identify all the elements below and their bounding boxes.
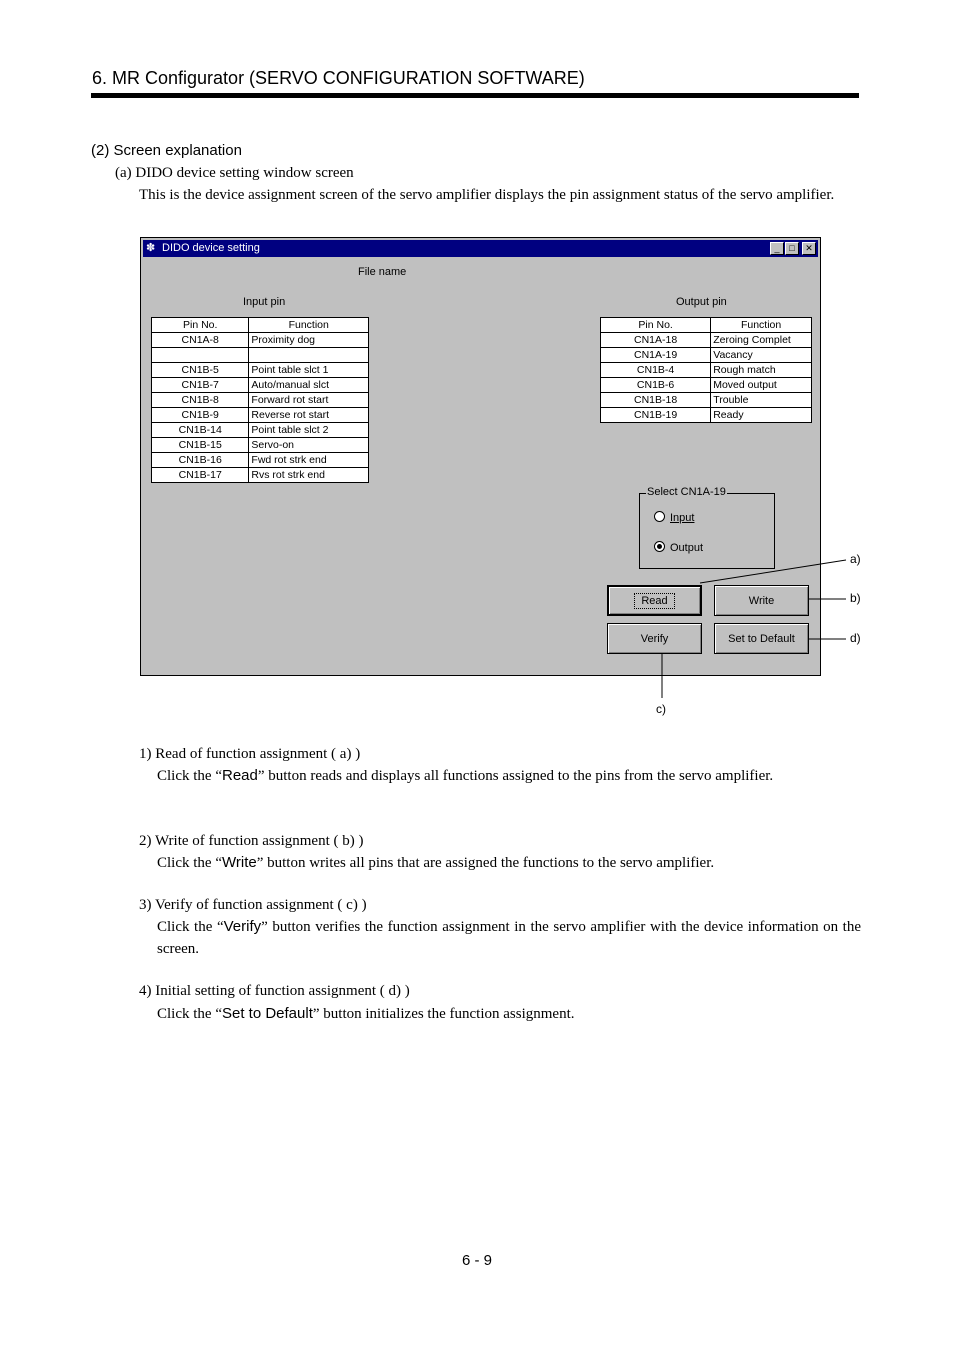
annotation-b: b) [850, 591, 861, 605]
item-2-text: Click the “Write” button writes all pins… [157, 852, 861, 874]
item-4-title: 4) Initial setting of function assignmen… [139, 983, 410, 999]
item-3-post: ” button verifies the function assignmen… [157, 919, 862, 957]
annotation-a: a) [850, 552, 861, 566]
item-2-pre: Click the “ [157, 855, 222, 871]
item-1-title: 1) Read of function assignment ( a) ) [139, 746, 361, 762]
item-4-pre: Click the “ [157, 1006, 222, 1022]
item-1-post: ” button reads and displays all function… [257, 768, 774, 784]
item-4-text: Click the “Set to Default” button initia… [157, 1003, 861, 1025]
annotation-c: c) [656, 702, 666, 716]
item-4-btn: Set to Default [221, 1005, 313, 1022]
item-3-pre: Click the “ [157, 919, 224, 935]
item-2-post: ” button writes all pins that are assign… [256, 855, 715, 871]
page-number: 6 - 9 [461, 1252, 492, 1269]
item-1-btn: Read [221, 767, 258, 784]
item-3-btn: Verify [223, 918, 262, 935]
item-1-text: Click the “Read” button reads and displa… [157, 765, 861, 787]
item-2-title: 2) Write of function assignment ( b) ) [139, 833, 364, 849]
item-3-title: 3) Verify of function assignment ( c) ) [139, 897, 367, 913]
leader-line-a [699, 559, 847, 584]
item-2-btn: Write [221, 854, 257, 871]
item-1-pre: Click the “ [157, 768, 222, 784]
annotation-d: d) [850, 631, 861, 645]
item-3-text: Click the “Verify” button verifies the f… [157, 916, 861, 960]
item-4-post: ” button initializes the function assign… [312, 1006, 575, 1022]
annotation-lines [661, 559, 847, 698]
